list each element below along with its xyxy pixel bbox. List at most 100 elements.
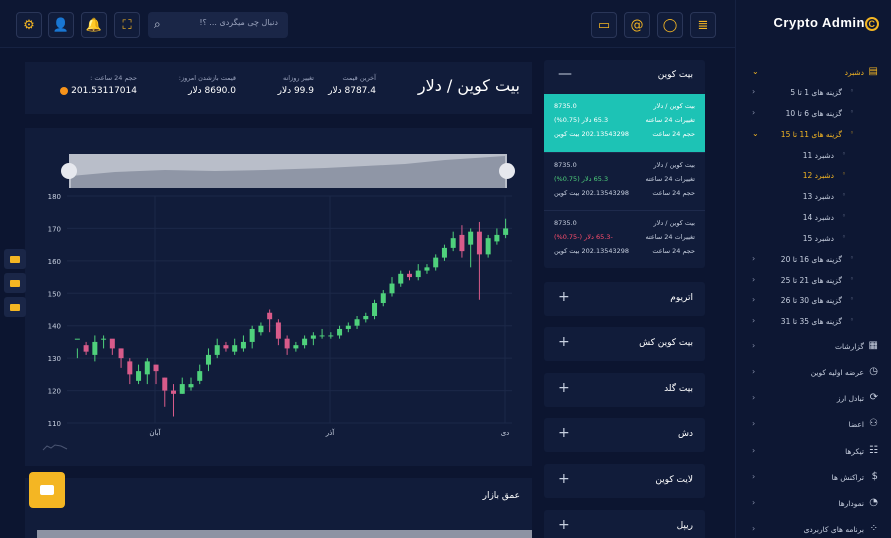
sidebar-item-label: تیکرها [845, 447, 864, 456]
stat-last-price: آخرین قیمت 8787.4 دلار [328, 74, 376, 96]
candle-body [424, 267, 430, 271]
coin-name[interactable]: بیت کوین [658, 70, 693, 80]
candle-body [503, 228, 509, 235]
coin-pair-row[interactable]: بیت کوین / دلار 8735.0 تغییرات 24 ساعته 65.… [544, 94, 705, 152]
sidebar-item[interactable]: ◦ گزینه های 30 تا 26 ‹ [736, 292, 891, 310]
menu-toggle-icon[interactable]: ≣ [690, 12, 716, 38]
tool-icon [10, 255, 20, 263]
chevron-left-icon: ‹ [752, 446, 756, 455]
sidebar-item[interactable]: ◦ دشبرد 15 [736, 230, 891, 248]
sidebar-item[interactable]: ▤ دشبرد ⌄ [736, 64, 891, 82]
bell-icon[interactable]: 🔔 [81, 12, 107, 38]
sidebar-item[interactable]: ☷ تیکرها ‹ [736, 443, 891, 461]
sidebar-item[interactable]: ◦ گزینه های 21 تا 25 ‹ [736, 272, 891, 290]
expand-icon[interactable]: + [558, 334, 570, 350]
coin-accordion[interactable]: بیت کوین کش + [544, 327, 705, 361]
sidebar-item[interactable]: ◔ نمودارها ‹ [736, 495, 891, 513]
volume-value: 202.13543298 بیت کوین [554, 189, 630, 197]
sidebar-item[interactable]: ◦ دشبرد 13 [736, 188, 891, 206]
candle-body [433, 257, 439, 268]
sidebar-item-label: گزینه های 30 تا 26 [780, 296, 842, 305]
sidebar-item-label: تبادل ارز [836, 394, 864, 403]
candle-body [310, 335, 316, 339]
coin-name: اتریوم [670, 293, 693, 303]
search-input[interactable]: دنبال چی میگردی ... ؟! [199, 18, 278, 27]
candle-body [468, 231, 474, 245]
chart-tool-button-2[interactable] [4, 273, 26, 293]
sidebar: Crypto Admin C ▤ دشبرد ⌄ ◦ گزینه های 1 تا 5 ‹ ◦… [735, 0, 891, 538]
expand-icon[interactable]: + [558, 380, 570, 396]
chart-tool-button-3[interactable] [4, 297, 26, 317]
coin-accordion[interactable]: دش + [544, 418, 705, 452]
expand-icon[interactable]: + [558, 425, 570, 441]
users-icon: ⚇ [869, 418, 878, 429]
pair-price: 8735.0 [554, 102, 577, 110]
clipboard-icon[interactable]: ▭ [591, 12, 617, 38]
sidebar-item[interactable]: ◦ گزینه های 11 تا 15 ⌄ [736, 126, 891, 144]
theme-settings-button[interactable] [29, 472, 65, 508]
candle-body [92, 341, 98, 355]
candle-body [363, 315, 369, 320]
ticker-title: بیت کوین / دلار [417, 76, 520, 95]
settings-icon[interactable]: ⚙ [16, 12, 42, 38]
chevron-left-icon: ‹ [752, 393, 756, 402]
user-icon[interactable]: 👤 [48, 12, 74, 38]
candle-body [380, 293, 386, 304]
sidebar-item[interactable]: ◦ دشبرد 12 [736, 167, 891, 185]
coin-accordion[interactable]: اتریوم + [544, 282, 705, 316]
chart-tool-button-1[interactable] [4, 249, 26, 269]
candlestick-chart[interactable]: 110 120 130 140 150 160 170 180 آبان آذر دی [25, 128, 532, 466]
candle-body [197, 371, 203, 381]
fullscreen-icon[interactable]: ⛶ [114, 12, 140, 38]
sidebar-item-label: دشبرد 13 [802, 192, 834, 201]
sidebar-item-label: گزارشات [834, 342, 864, 351]
sidebar-item[interactable]: ◦ گزینه های 1 تا 5 ‹ [736, 84, 891, 102]
bullet-icon: ◦ [849, 316, 854, 324]
coin-name: لایت کوین [655, 475, 693, 485]
expand-icon[interactable]: + [558, 471, 570, 487]
at-icon[interactable]: @ [624, 12, 650, 38]
candle-body [118, 348, 124, 359]
coin-pair-row[interactable]: بیت کوین / دلار 8735.0 تغییرات 24 ساعته -65… [544, 210, 705, 268]
volume-label: حجم 24 ساعت [652, 247, 695, 255]
sidebar-item[interactable]: ▦ گزارشات ‹ [736, 338, 891, 356]
coin-accordion-open: بیت کوین — بیت کوین / دلار 8735.0 تغییرات … [544, 60, 705, 268]
coin-pair-row[interactable]: بیت کوین / دلار 8735.0 تغییرات 24 ساعته 65.… [544, 152, 705, 210]
expand-icon[interactable]: + [558, 289, 570, 305]
bullet-icon: ◦ [841, 233, 846, 241]
chart-pie-icon: ◔ [869, 497, 878, 508]
stat-daily-change: تغییر روزانه 99.9 دلار [278, 74, 314, 96]
sidebar-item[interactable]: $ تراکنش ها ‹ [736, 469, 891, 487]
candle-body [354, 319, 360, 326]
search-box[interactable]: ⌕ دنبال چی میگردی ... ؟! [148, 12, 288, 38]
expand-icon[interactable]: + [558, 517, 570, 533]
sidebar-item[interactable]: ◦ گزینه های 6 تا 10 ‹ [736, 105, 891, 123]
sidebar-item[interactable]: ◦ گزینه های 35 تا 31 ‹ [736, 313, 891, 331]
sidebar-item[interactable]: ◦ دشبرد 14 [736, 209, 891, 227]
bullet-icon: ◦ [849, 295, 854, 303]
apps-icon: ⁘ [869, 523, 878, 534]
mini-sparkline [42, 444, 68, 451]
tool-icon [10, 279, 20, 287]
candle-body [205, 354, 211, 365]
coin-accordion[interactable]: ریپل + [544, 510, 705, 538]
sidebar-item[interactable]: ◷ عرضه اولیه کوین ‹ [736, 364, 891, 382]
sidebar-item-label: برنامه های کاربردی [803, 525, 864, 534]
sidebar-item[interactable]: ◦ گزینه های 16 تا 20 ‹ [736, 251, 891, 269]
candle-body [319, 335, 325, 337]
collapse-icon[interactable]: — [558, 66, 572, 82]
sidebar-item[interactable]: ⁘ برنامه های کاربردی ‹ [736, 521, 891, 538]
palette-icon [40, 485, 54, 495]
bullet-icon: ◦ [849, 129, 854, 137]
chat-icon[interactable]: ◯ [657, 12, 683, 38]
sidebar-item[interactable]: ⚇ اعضا ‹ [736, 416, 891, 434]
coin-accordion[interactable]: بیت گلد + [544, 373, 705, 407]
sidebar-item[interactable]: ◦ دشبرد 11 [736, 147, 891, 165]
stat-label: حجم 24 ساعت : [90, 74, 137, 82]
sidebar-item[interactable]: ⟳ تبادل ارز ‹ [736, 390, 891, 408]
coin-accordion[interactable]: لایت کوین + [544, 464, 705, 498]
report-icon: ▦ [868, 340, 878, 351]
stat-label: قیمت بازشدن امروز: [178, 74, 236, 82]
chevron-down-icon: ⌄ [752, 67, 759, 76]
coin-name: بیت گلد [664, 384, 693, 394]
